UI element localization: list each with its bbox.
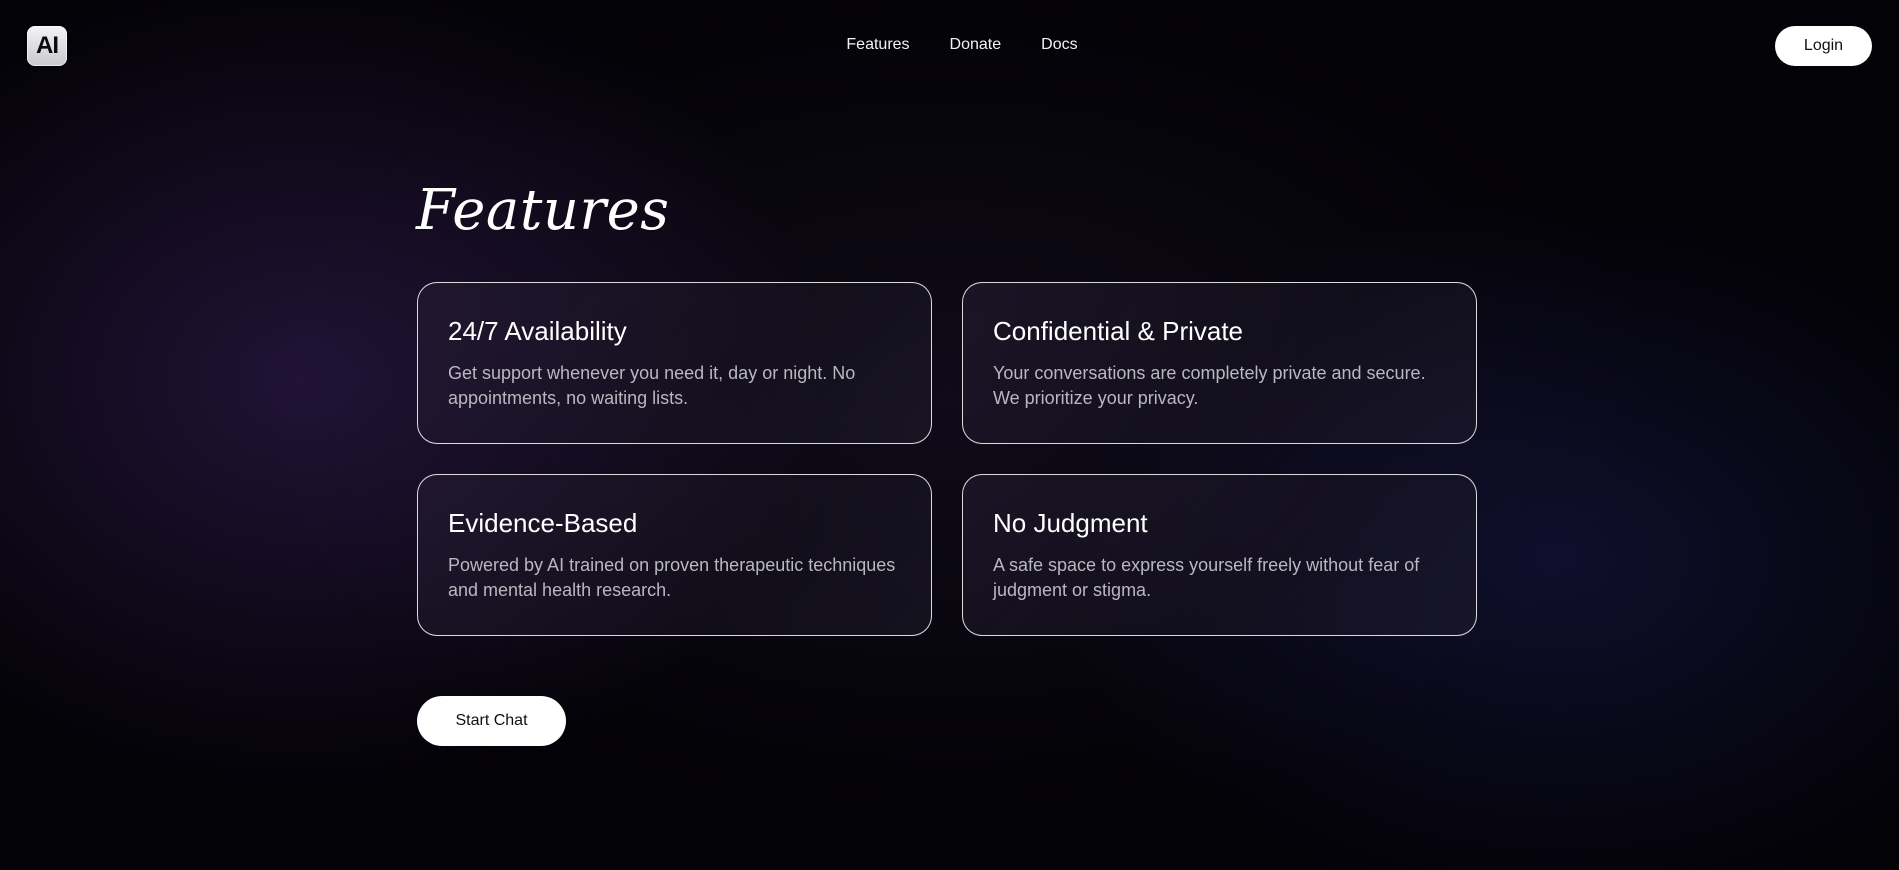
features-grid: 24/7 Availability Get support whenever y… [417,282,1477,636]
feature-card-title: 24/7 Availability [448,316,627,346]
feature-card-description: A safe space to express yourself freely … [993,555,1420,600]
feature-card-evidence-based: Evidence-Based Powered by AI trained on … [417,474,932,636]
feature-card-title: No Judgment [993,508,1148,538]
feature-card-no-judgment: No Judgment A safe space to express your… [962,474,1477,636]
feature-card-availability: 24/7 Availability Get support whenever y… [417,282,932,444]
top-nav: Features Donate Docs [0,34,1899,56]
feature-card-description: Powered by AI trained on proven therapeu… [448,555,896,600]
nav-link-donate[interactable]: Donate [950,34,1002,56]
nav-links: Features Donate Docs [846,34,1077,56]
page-title: Features [416,178,670,243]
nav-link-features[interactable]: Features [846,34,909,56]
feature-card-title: Confidential & Private [993,316,1244,346]
feature-card-title: Evidence-Based [448,508,638,538]
page: AI Features Donate Docs Login Features 2… [0,0,1899,870]
feature-card-description: Your conversations are completely privat… [993,363,1426,408]
login-button[interactable]: Login [1775,26,1872,66]
feature-card-description: Get support whenever you need it, day or… [448,363,856,408]
feature-card-confidential: Confidential & Private Your conversation… [962,282,1477,444]
nav-link-docs[interactable]: Docs [1041,34,1077,56]
start-chat-button[interactable]: Start Chat [417,696,566,746]
